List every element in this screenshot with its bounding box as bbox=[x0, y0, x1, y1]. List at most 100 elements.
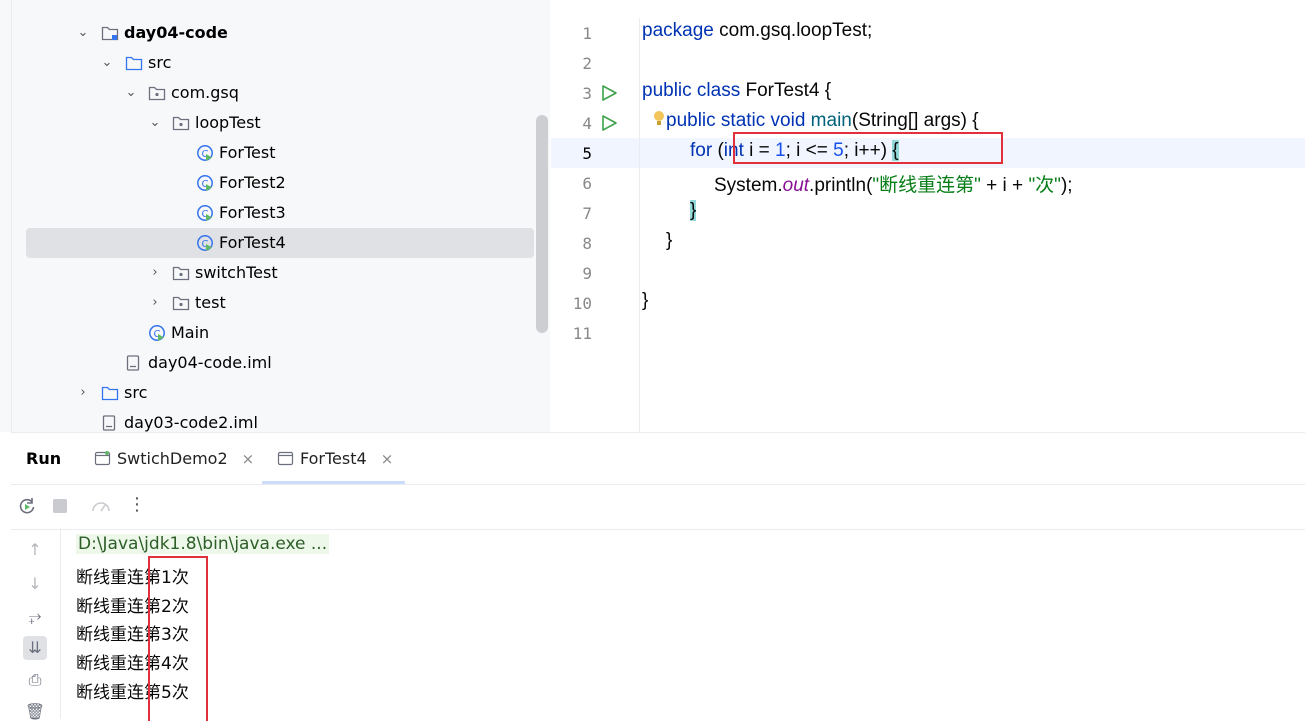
down-icon[interactable]: ↓ bbox=[23, 572, 47, 596]
chevron-right-icon[interactable]: › bbox=[148, 288, 162, 318]
close-icon[interactable]: × bbox=[242, 450, 255, 468]
chevron-right-icon[interactable]: › bbox=[76, 378, 90, 408]
matched-brace: } bbox=[690, 200, 697, 221]
more-icon[interactable]: ⋮ bbox=[128, 495, 146, 515]
console-command-line: D:\Java\jdk1.8\bin\java.exe ... bbox=[76, 534, 330, 554]
run-config-icon bbox=[277, 451, 294, 466]
tree-item-src-root[interactable]: › src bbox=[26, 378, 534, 408]
tree-item-test[interactable]: › test bbox=[26, 288, 534, 318]
line-number: 8 bbox=[582, 234, 592, 253]
code-token: (String[] args) { bbox=[851, 110, 979, 131]
code-token: ); bbox=[1060, 175, 1073, 196]
code-token: + i + bbox=[980, 175, 1029, 196]
tree-item-label: Main bbox=[171, 323, 210, 342]
chevron-down-icon[interactable]: ⌄ bbox=[124, 78, 138, 108]
code-token: public class bbox=[642, 80, 741, 101]
tree-item-fortest[interactable]: C ForTest bbox=[26, 138, 534, 168]
code-token: ForTest4 { bbox=[740, 80, 832, 101]
code-line-4: public static void main(String[] args) { bbox=[666, 110, 979, 132]
file-icon bbox=[126, 355, 140, 371]
code-editor[interactable] bbox=[550, 0, 1305, 432]
java-class-icon: C bbox=[149, 325, 165, 341]
package-icon bbox=[172, 266, 190, 281]
line-number: 3 bbox=[582, 84, 592, 103]
code-line-8: } bbox=[666, 230, 672, 252]
tree-item-fortest4[interactable]: C ForTest4 bbox=[26, 228, 534, 258]
close-icon[interactable]: × bbox=[381, 450, 394, 468]
up-icon[interactable]: ↑ bbox=[23, 538, 47, 562]
tree-item-day04-code-iml[interactable]: day04-code.iml bbox=[26, 348, 534, 378]
chevron-down-icon[interactable]: ⌄ bbox=[76, 18, 90, 48]
tree-item-day03-code2-iml[interactable]: day03-code2.iml bbox=[26, 408, 534, 432]
code-token: out bbox=[782, 175, 810, 196]
tree-item-label: day04-code.iml bbox=[148, 353, 272, 372]
run-panel-title: Run bbox=[26, 449, 62, 468]
java-class-icon: C bbox=[197, 175, 213, 191]
java-class-icon: C bbox=[197, 145, 213, 161]
line-number: 2 bbox=[582, 54, 592, 73]
tree-item-label: loopTest bbox=[195, 113, 261, 132]
line-number: 10 bbox=[572, 294, 592, 313]
tree-item-label: ForTest4 bbox=[219, 233, 286, 252]
scroll-end-icon[interactable]: ⇊ bbox=[23, 636, 47, 660]
tree-item-label: day03-code2.iml bbox=[124, 413, 258, 432]
java-class-icon: C bbox=[197, 235, 213, 251]
module-folder-icon bbox=[101, 26, 119, 41]
code-token: com.gsq.loopTest; bbox=[713, 20, 873, 41]
folder-icon bbox=[125, 56, 143, 71]
code-line-7: } bbox=[690, 200, 697, 222]
stop-icon[interactable] bbox=[53, 499, 67, 513]
print-icon[interactable]: ⎙ bbox=[23, 668, 47, 692]
code-line-10: } bbox=[642, 290, 648, 312]
line-number-current: 5 bbox=[582, 144, 592, 163]
tree-item-com-gsq[interactable]: ⌄ com.gsq bbox=[26, 78, 534, 108]
line-number: 4 bbox=[582, 114, 592, 133]
tree-item-label: day04-code bbox=[124, 23, 228, 42]
chevron-down-icon[interactable]: ⌄ bbox=[148, 108, 162, 138]
package-icon bbox=[148, 86, 166, 101]
tree-item-src[interactable]: ⌄ src bbox=[26, 48, 534, 78]
tree-item-label: com.gsq bbox=[171, 83, 239, 102]
file-icon bbox=[102, 415, 116, 431]
highlight-box-output bbox=[148, 556, 208, 721]
trash-icon[interactable]: 🗑 bbox=[23, 700, 47, 724]
tab-fortest4[interactable]: ForTest4 × bbox=[277, 449, 393, 468]
run-gutter-icon[interactable] bbox=[600, 114, 618, 132]
code-token: public static void bbox=[666, 110, 806, 131]
run-gutter-icon[interactable] bbox=[600, 84, 618, 102]
tab-label: ForTest4 bbox=[300, 449, 367, 468]
folder-icon bbox=[101, 386, 119, 401]
code-token: "次" bbox=[1028, 175, 1061, 196]
tree-scrollbar[interactable] bbox=[536, 115, 548, 333]
tree-item-fortest3[interactable]: C ForTest3 bbox=[26, 198, 534, 228]
tree-item-label: test bbox=[195, 293, 226, 312]
package-icon bbox=[172, 296, 190, 311]
tree-item-switchtest[interactable]: › switchTest bbox=[26, 258, 534, 288]
code-token: main bbox=[805, 110, 852, 131]
package-icon bbox=[172, 116, 190, 131]
tree-item-label: ForTest bbox=[219, 143, 276, 162]
rerun-icon[interactable] bbox=[17, 496, 37, 516]
soft-wrap-icon[interactable]: ⥅ bbox=[23, 604, 47, 628]
tree-item-day04-code[interactable]: ⌄ day04-code bbox=[26, 18, 534, 48]
highlight-box-code bbox=[733, 132, 1003, 164]
tab-label: SwtichDemo2 bbox=[117, 449, 228, 468]
console-command-text: D:\Java\jdk1.8\bin\java.exe ... bbox=[76, 534, 330, 554]
chevron-down-icon[interactable]: ⌄ bbox=[100, 48, 114, 78]
gutter-separator bbox=[639, 18, 640, 432]
line-number: 7 bbox=[582, 204, 592, 223]
left-tool-strip bbox=[0, 0, 12, 432]
code-token: ( bbox=[712, 140, 724, 161]
tab-swtichdemo2[interactable]: SwtichDemo2 × bbox=[94, 449, 254, 468]
lightbulb-icon[interactable] bbox=[652, 110, 666, 128]
tree-item-looptest[interactable]: ⌄ loopTest bbox=[26, 108, 534, 138]
project-tree-panel: ⌄ day04-code ⌄ src ⌄ com.gsq ⌄ loopTest … bbox=[0, 0, 550, 432]
tree-item-label: ForTest3 bbox=[219, 203, 286, 222]
profiler-icon[interactable] bbox=[90, 496, 112, 516]
tree-item-main[interactable]: C Main bbox=[26, 318, 534, 348]
chevron-right-icon[interactable]: › bbox=[148, 258, 162, 288]
tree-item-fortest2[interactable]: C ForTest2 bbox=[26, 168, 534, 198]
code-token: "断线重连第" bbox=[872, 175, 981, 196]
run-toolbar bbox=[11, 484, 1305, 530]
line-number: 11 bbox=[572, 324, 592, 343]
